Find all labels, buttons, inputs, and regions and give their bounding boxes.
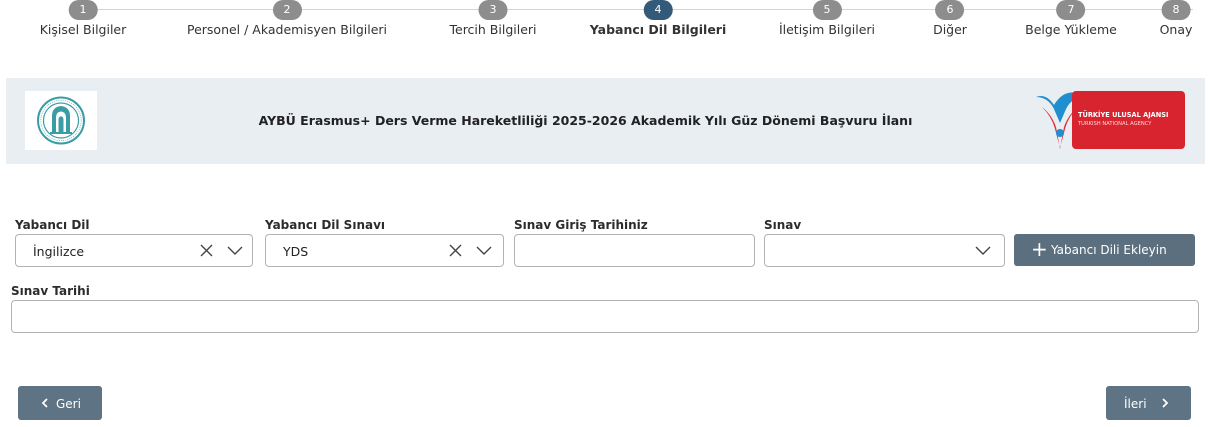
plus-icon: + [1031,237,1048,261]
foreign-language-label: Yabancı Dil [15,218,90,232]
language-exam-value: YDS [283,244,309,259]
step-number: 8 [1161,0,1191,20]
step-personal-info[interactable]: 1 Kişisel Bilgiler [39,0,127,38]
announcement-banner: AYBÜ Erasmus+ Ders Verme Hareketliliği 2… [6,78,1205,164]
chevron-left-icon [41,398,48,408]
step-number: 6 [935,0,965,20]
foreign-language-value: İngilizce [33,244,85,259]
language-exam-select[interactable]: YDS [265,234,504,267]
step-number: 4 [643,0,673,20]
wizard-stepper: 1 Kişisel Bilgiler 2 Personel / Akademis… [0,0,1211,46]
exam-entry-date-input[interactable] [514,234,755,267]
back-button-label: Geri [56,397,81,411]
add-language-button-label: Yabancı Dili Ekleyin [1051,243,1167,257]
step-label: Onay [1159,22,1193,37]
step-approval[interactable]: 8 Onay [1159,0,1193,38]
exam-date-input[interactable] [11,300,1199,333]
step-foreign-language-info[interactable]: 4 Yabancı Dil Bilgileri [589,0,727,38]
chevron-right-icon [1162,398,1169,408]
agency-name-en: TURKISH NATIONAL AGENCY [1078,121,1152,127]
national-agency-logo-box: TÜRKİYE ULUSAL AJANSI TURKISH NATIONAL A… [1072,91,1185,149]
clear-icon[interactable] [199,243,214,258]
step-label: Tercih Bilgileri [449,22,537,37]
step-document-upload[interactable]: 7 Belge Yükleme [1025,0,1117,38]
back-button[interactable]: Geri [18,386,102,420]
step-contact-info[interactable]: 5 İletişim Bilgileri [779,0,875,38]
step-label: İletişim Bilgileri [778,22,876,37]
exam-select[interactable] [764,234,1005,267]
agency-name-tr: TÜRKİYE ULUSAL AJANSI [1078,111,1169,119]
clear-icon[interactable] [448,243,463,258]
step-number: 3 [478,0,508,20]
exam-date-label: Sınav Tarihi [11,284,90,298]
next-button-label: İleri [1124,397,1147,411]
step-number: 2 [272,0,302,20]
university-logo [25,91,97,150]
chevron-down-icon[interactable] [476,245,492,256]
exam-label: Sınav [764,218,802,232]
chevron-down-icon[interactable] [227,245,243,256]
step-number: 7 [1056,0,1086,20]
national-agency-logo: TÜRKİYE ULUSAL AJANSI TURKISH NATIONAL A… [1032,89,1186,151]
step-label: Belge Yükleme [1025,22,1117,37]
step-preference-info[interactable]: 3 Tercih Bilgileri [449,0,537,38]
announcement-title: AYBÜ Erasmus+ Ders Verme Hareketliliği 2… [258,113,913,128]
step-label: Personel / Akademisyen Bilgileri [186,22,388,37]
add-language-button[interactable]: + Yabancı Dili Ekleyin [1014,234,1195,266]
next-button[interactable]: İleri [1106,386,1191,420]
chevron-down-icon[interactable] [975,245,991,256]
exam-entry-date-label: Sınav Giriş Tarihiniz [514,218,648,232]
language-exam-label: Yabancı Dil Sınavı [265,218,386,232]
step-staff-academic-info[interactable]: 2 Personel / Akademisyen Bilgileri [187,0,387,38]
step-label: Yabancı Dil Bilgileri [589,22,727,37]
step-number: 1 [68,0,98,20]
foreign-language-select[interactable]: İngilizce [15,234,253,267]
step-other[interactable]: 6 Diğer [933,0,967,38]
step-label: Diğer [933,22,967,37]
step-number: 5 [812,0,842,20]
step-label: Kişisel Bilgiler [39,22,127,37]
